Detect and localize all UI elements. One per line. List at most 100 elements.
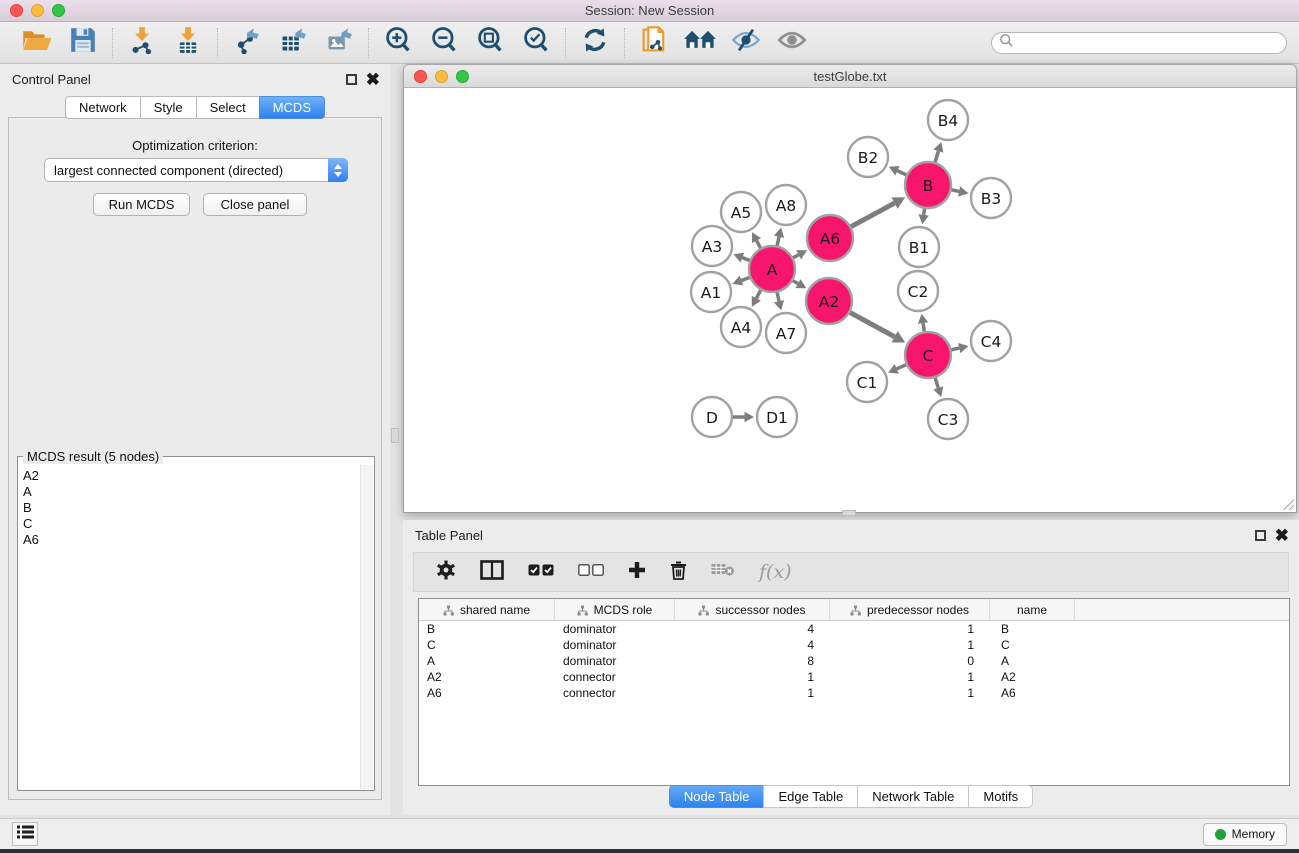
network-close-button[interactable] — [414, 70, 427, 83]
refresh-view-button[interactable] — [577, 27, 613, 59]
network-zoom-button[interactable] — [456, 70, 469, 83]
result-item[interactable]: A2 — [23, 468, 359, 484]
graph-edge-C-C4[interactable] — [950, 348, 959, 350]
window-controls[interactable] — [10, 4, 65, 17]
search-field[interactable] — [991, 32, 1287, 54]
graph-edge-A-A5[interactable] — [757, 241, 761, 249]
result-scrollbar[interactable] — [360, 465, 373, 789]
cell-name[interactable]: A6 — [990, 685, 1075, 701]
cell-name[interactable]: C — [990, 637, 1075, 653]
graph-edge-A2-C[interactable] — [849, 312, 894, 337]
delete-table-button[interactable] — [711, 562, 735, 582]
zoom-fit-button[interactable] — [472, 27, 508, 59]
minimize-window-button[interactable] — [31, 4, 44, 17]
result-item[interactable]: A — [23, 484, 359, 500]
graph-edge-A-A7[interactable] — [777, 291, 779, 301]
criterion-dropdown[interactable]: largest connected component (directed) — [44, 158, 348, 182]
graph-edge-B-B4[interactable] — [935, 151, 939, 163]
table-row[interactable]: A2 connector 1 1 A2 — [419, 669, 1289, 685]
graph-edge-C-C1[interactable] — [897, 364, 907, 369]
cell-name[interactable]: A — [990, 653, 1075, 669]
float-table-panel-icon[interactable] — [1255, 530, 1266, 541]
cell-shared-name[interactable]: B — [419, 621, 555, 637]
tab-mcds[interactable]: MCDS — [259, 96, 325, 119]
export-network-button[interactable] — [229, 27, 265, 59]
tab-motifs[interactable]: Motifs — [968, 785, 1033, 808]
close-window-button[interactable] — [10, 4, 23, 17]
cell-shared-name[interactable]: A — [419, 653, 555, 669]
zoom-out-button[interactable] — [426, 27, 462, 59]
cell-mcds-role[interactable]: dominator — [555, 653, 675, 669]
tab-network[interactable]: Network — [65, 96, 140, 119]
select-all-button[interactable] — [528, 563, 554, 581]
cell-predecessor-nodes[interactable]: 0 — [830, 653, 990, 669]
save-session-button[interactable] — [65, 27, 101, 59]
cell-successor-nodes[interactable]: 1 — [675, 685, 830, 701]
cell-shared-name[interactable]: A2 — [419, 669, 555, 685]
vertical-split-handle[interactable] — [391, 428, 399, 443]
table-row[interactable]: C dominator 4 1 C — [419, 637, 1289, 653]
float-panel-icon[interactable] — [346, 74, 357, 85]
graph-edge-B-B3[interactable] — [951, 190, 960, 192]
add-column-button[interactable] — [628, 561, 646, 584]
task-history-button[interactable] — [12, 822, 38, 846]
cell-predecessor-nodes[interactable]: 1 — [830, 637, 990, 653]
network-minimize-button[interactable] — [435, 70, 448, 83]
cell-mcds-role[interactable]: connector — [555, 669, 675, 685]
network-graph[interactable]: B4B2BB3A8A5A6A3B1AC2A1A2A4A7C4CC1DD1C3 — [404, 88, 1296, 511]
horizontal-split-handle[interactable] — [842, 510, 856, 516]
show-columns-button[interactable] — [480, 560, 504, 585]
import-table-button[interactable] — [170, 27, 206, 59]
cell-mcds-role[interactable]: dominator — [555, 637, 675, 653]
mcds-result-list[interactable]: A2 A B C A6 — [19, 465, 359, 789]
cell-successor-nodes[interactable]: 4 — [675, 637, 830, 653]
export-table-button[interactable] — [275, 27, 311, 59]
tab-node-table[interactable]: Node Table — [669, 785, 764, 808]
cell-successor-nodes[interactable]: 1 — [675, 669, 830, 685]
cell-name[interactable]: B — [990, 621, 1075, 637]
cell-mcds-role[interactable]: connector — [555, 685, 675, 701]
cell-successor-nodes[interactable]: 4 — [675, 621, 830, 637]
open-session-button[interactable] — [19, 27, 55, 59]
cell-predecessor-nodes[interactable]: 1 — [830, 621, 990, 637]
memory-button[interactable]: Memory — [1203, 823, 1287, 846]
result-item[interactable]: C — [23, 516, 359, 532]
search-input[interactable] — [1014, 34, 1286, 52]
table-row[interactable]: B dominator 4 1 B — [419, 621, 1289, 637]
graph-edge-A-A4[interactable] — [756, 289, 761, 298]
hide-selected-button[interactable] — [728, 27, 764, 59]
graph-edge-A6-B[interactable] — [850, 203, 894, 227]
column-header-name[interactable]: name — [990, 599, 1075, 621]
cell-successor-nodes[interactable]: 8 — [675, 653, 830, 669]
network-canvas[interactable]: B4B2BB3A8A5A6A3B1AC2A1A2A4A7C4CC1DD1C3 — [403, 88, 1297, 513]
tab-network-table[interactable]: Network Table — [857, 785, 968, 808]
cell-predecessor-nodes[interactable]: 1 — [830, 669, 990, 685]
graph-edge-C-C3[interactable] — [935, 377, 938, 388]
tab-select[interactable]: Select — [196, 96, 259, 119]
cell-mcds-role[interactable]: dominator — [555, 621, 675, 637]
zoom-in-button[interactable] — [380, 27, 416, 59]
column-header-shared-name[interactable]: shared name — [419, 599, 555, 621]
function-builder-button[interactable]: f(x) — [759, 561, 792, 583]
zoom-selected-button[interactable] — [518, 27, 554, 59]
graph-edge-B-B2[interactable] — [897, 171, 907, 176]
houses-button[interactable] — [682, 27, 718, 59]
close-panel-icon[interactable]: ✖ — [366, 74, 380, 85]
run-mcds-button[interactable]: Run MCDS — [93, 193, 190, 216]
graph-edge-A-A8[interactable] — [777, 237, 779, 247]
tab-style[interactable]: Style — [140, 96, 196, 119]
table-row[interactable]: A dominator 8 0 A — [419, 653, 1289, 669]
graph-edge-A-A1[interactable] — [741, 277, 750, 280]
cell-shared-name[interactable]: A6 — [419, 685, 555, 701]
import-network-button[interactable] — [124, 27, 160, 59]
result-item[interactable]: A6 — [23, 532, 359, 548]
column-header-predecessor-nodes[interactable]: predecessor nodes — [830, 599, 990, 621]
column-header-successor-nodes[interactable]: successor nodes — [675, 599, 830, 621]
tab-edge-table[interactable]: Edge Table — [763, 785, 857, 808]
cell-shared-name[interactable]: C — [419, 637, 555, 653]
cell-predecessor-nodes[interactable]: 1 — [830, 685, 990, 701]
graph-edge-A-A3[interactable] — [742, 258, 750, 261]
close-table-panel-icon[interactable]: ✖ — [1275, 530, 1289, 541]
table-settings-button[interactable] — [436, 560, 456, 585]
show-all-button[interactable] — [774, 27, 810, 59]
